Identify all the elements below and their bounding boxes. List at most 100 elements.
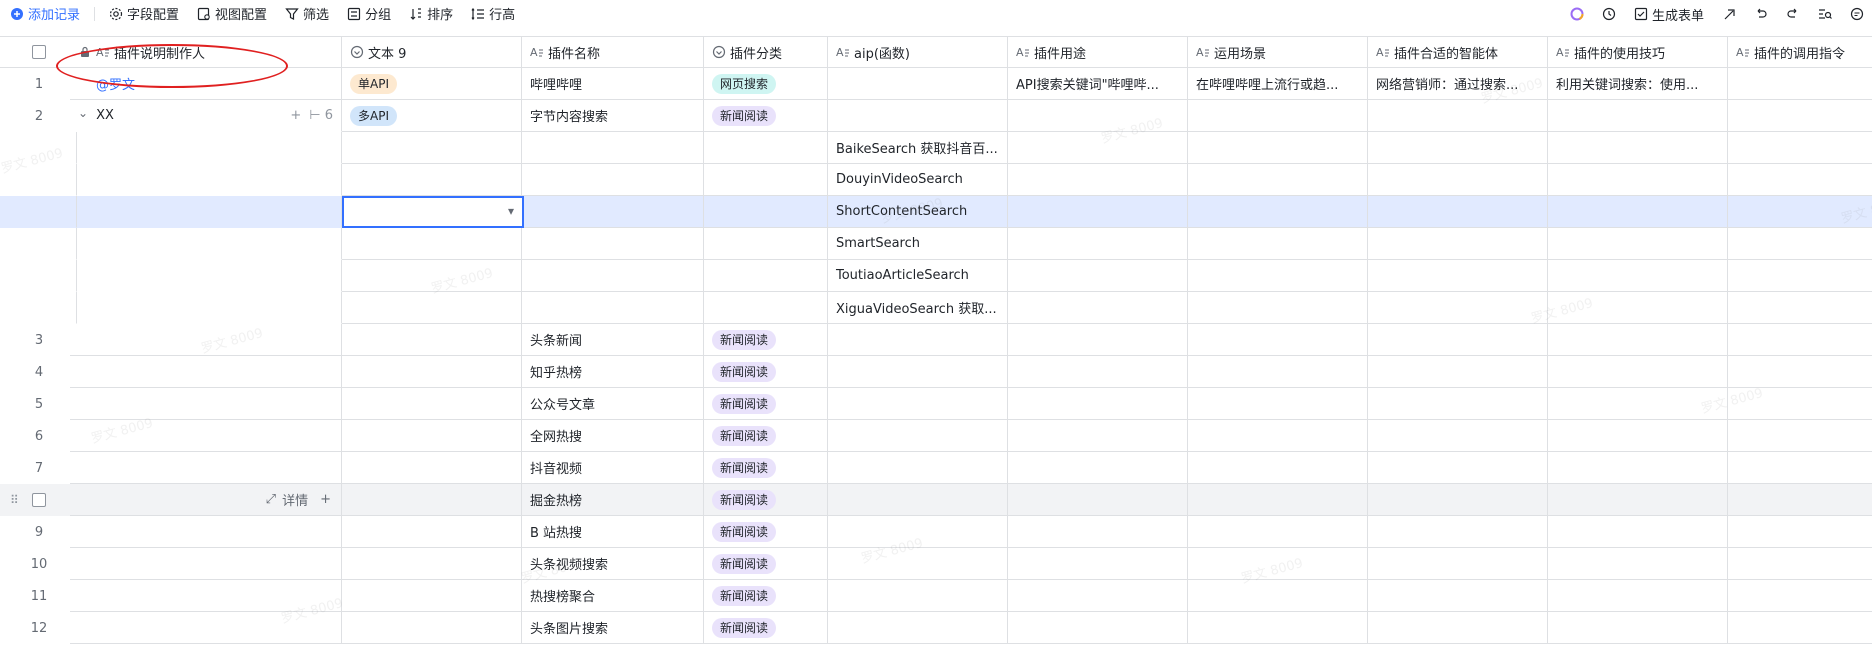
redo-icon[interactable] xyxy=(1786,7,1800,21)
cell-text9[interactable] xyxy=(342,388,522,420)
cell-scene[interactable] xyxy=(1188,484,1368,516)
cell-aip[interactable] xyxy=(828,68,1008,100)
cell-aip[interactable] xyxy=(828,484,1008,516)
cell-name[interactable]: 头条新闻 xyxy=(522,324,704,356)
cell-agent[interactable] xyxy=(1368,548,1548,580)
cell-text9[interactable] xyxy=(342,356,522,388)
cell-category[interactable] xyxy=(704,196,828,228)
expand-detail-button[interactable]: ⤢ 详情 + xyxy=(266,490,331,509)
chevron-down-icon[interactable]: ⌄ xyxy=(78,106,88,120)
cell-text9[interactable] xyxy=(342,612,522,644)
cell-category[interactable]: 新闻阅读 xyxy=(704,484,828,516)
cell-scene[interactable] xyxy=(1188,228,1368,260)
cell-author[interactable] xyxy=(76,292,342,324)
cell-agent[interactable] xyxy=(1368,356,1548,388)
cell-scene[interactable] xyxy=(1188,356,1368,388)
cell-category[interactable] xyxy=(704,260,828,292)
undo-icon[interactable] xyxy=(1754,7,1768,21)
cell-agent[interactable] xyxy=(1368,420,1548,452)
table-row[interactable]: XiguaVideoSearch 获取... xyxy=(0,292,1872,324)
cell-author[interactable] xyxy=(70,388,342,420)
cell-tips[interactable]: 利用关键词搜索：使用... xyxy=(1548,68,1728,100)
add-subrecord-icon[interactable]: + xyxy=(290,108,301,123)
cell-tips[interactable] xyxy=(1548,196,1728,228)
cell-author[interactable] xyxy=(70,420,342,452)
cell-purpose[interactable] xyxy=(1008,196,1188,228)
cell-name[interactable]: 抖音视频 xyxy=(522,452,704,484)
cell-scene[interactable] xyxy=(1188,516,1368,548)
subrecord-count[interactable]: ⊢ 6 xyxy=(309,108,333,123)
cell-command[interactable] xyxy=(1728,388,1872,420)
cell-agent[interactable] xyxy=(1368,516,1548,548)
cell-agent[interactable] xyxy=(1368,196,1548,228)
table-row[interactable]: 4 知乎热榜 新闻阅读 xyxy=(0,356,1872,388)
cell-agent[interactable] xyxy=(1368,580,1548,612)
cell-scene[interactable] xyxy=(1188,580,1368,612)
table-row[interactable]: SmartSearch xyxy=(0,228,1872,260)
cell-author[interactable] xyxy=(70,516,342,548)
cell-command[interactable] xyxy=(1728,452,1872,484)
cell-name[interactable]: 全网热搜 xyxy=(522,420,704,452)
cell-purpose[interactable] xyxy=(1008,260,1188,292)
cell-scene[interactable] xyxy=(1188,292,1368,324)
cell-tips[interactable] xyxy=(1548,388,1728,420)
cell-name[interactable]: 哔哩哔哩 xyxy=(522,68,704,100)
cell-agent[interactable] xyxy=(1368,164,1548,196)
cell-category[interactable] xyxy=(704,132,828,164)
view-config-button[interactable]: 视图配置 xyxy=(197,4,267,23)
table-row[interactable]: 9 B 站热搜 新闻阅读 xyxy=(0,516,1872,548)
cell-text9[interactable] xyxy=(342,164,522,196)
cell-scene[interactable] xyxy=(1188,164,1368,196)
row-checkbox[interactable] xyxy=(32,493,46,507)
cell-text9[interactable] xyxy=(342,228,522,260)
cell-agent[interactable] xyxy=(1368,292,1548,324)
cell-scene[interactable] xyxy=(1188,132,1368,164)
cell-text9[interactable] xyxy=(342,132,522,164)
group-button[interactable]: 分组 xyxy=(347,4,391,23)
cell-aip[interactable]: XiguaVideoSearch 获取... xyxy=(828,292,1008,324)
table-row[interactable]: 5 公众号文章 新闻阅读 xyxy=(0,388,1872,420)
cell-text9[interactable] xyxy=(342,580,522,612)
cell-author[interactable] xyxy=(76,132,342,164)
filter-button[interactable]: 筛选 xyxy=(285,4,329,23)
cell-command[interactable] xyxy=(1728,612,1872,644)
cell-text9[interactable] xyxy=(342,452,522,484)
cell-tips[interactable] xyxy=(1548,612,1728,644)
cell-author[interactable] xyxy=(70,324,342,356)
cell-text9[interactable] xyxy=(342,292,522,324)
cell-agent[interactable] xyxy=(1368,132,1548,164)
cell-text9[interactable] xyxy=(342,516,522,548)
cell-scene[interactable] xyxy=(1188,452,1368,484)
cell-text9[interactable] xyxy=(342,260,522,292)
cell-agent[interactable] xyxy=(1368,324,1548,356)
cell-category[interactable]: 新闻阅读 xyxy=(704,580,828,612)
cell-aip[interactable] xyxy=(828,452,1008,484)
cell-command[interactable] xyxy=(1728,420,1872,452)
cell-tips[interactable] xyxy=(1548,548,1728,580)
cell-purpose[interactable] xyxy=(1008,132,1188,164)
cell-scene[interactable] xyxy=(1188,612,1368,644)
cell-name[interactable] xyxy=(522,292,704,324)
cell-category[interactable]: 新闻阅读 xyxy=(704,516,828,548)
cell-text9[interactable]: 多API xyxy=(342,100,522,132)
cell-name[interactable]: 头条图片搜索 xyxy=(522,612,704,644)
cell-aip[interactable] xyxy=(828,388,1008,420)
cell-purpose[interactable] xyxy=(1008,356,1188,388)
cell-purpose[interactable] xyxy=(1008,420,1188,452)
cell-category[interactable]: 新闻阅读 xyxy=(704,324,828,356)
column-header-aip[interactable]: A aip(函数) xyxy=(828,36,1008,68)
cell-command[interactable] xyxy=(1728,196,1872,228)
cell-agent[interactable] xyxy=(1368,260,1548,292)
cell-command[interactable] xyxy=(1728,324,1872,356)
cell-aip[interactable]: ShortContentSearch xyxy=(828,196,1008,228)
cell-tips[interactable] xyxy=(1548,420,1728,452)
column-header-agent[interactable]: A 插件合适的智能体 xyxy=(1368,36,1548,68)
cell-name[interactable]: 字节内容搜索 xyxy=(522,100,704,132)
add-icon[interactable]: + xyxy=(320,492,331,507)
cell-purpose[interactable] xyxy=(1008,548,1188,580)
column-header-text9[interactable]: 文本 9 xyxy=(342,36,522,68)
cell-purpose[interactable]: API搜索关键词"哔哩哔... xyxy=(1008,68,1188,100)
cell-name[interactable] xyxy=(522,196,704,228)
cell-command[interactable] xyxy=(1728,580,1872,612)
cell-author[interactable] xyxy=(70,548,342,580)
